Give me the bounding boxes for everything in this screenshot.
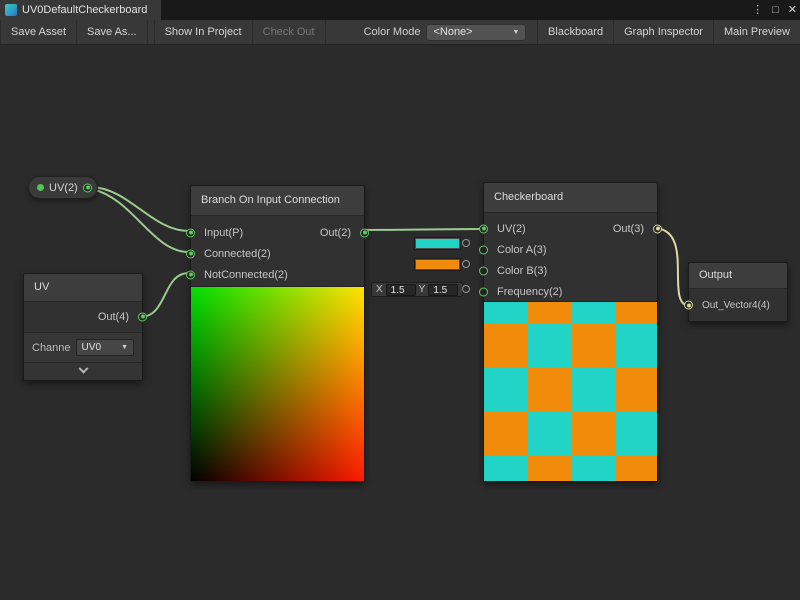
- node-checkerboard[interactable]: Checkerboard Out(3) UV(2) Color A(3) Col…: [483, 182, 658, 482]
- save-asset-button[interactable]: Save Asset: [0, 20, 77, 44]
- property-node-uv2[interactable]: UV(2): [28, 176, 98, 199]
- branch-input-row: Input(P): [191, 222, 364, 243]
- color-b-field[interactable]: [414, 258, 461, 271]
- checkerboard-uv-row: UV(2): [484, 218, 657, 239]
- frequency-x-label: X: [376, 284, 383, 295]
- checkerboard-uv-port[interactable]: [479, 224, 488, 233]
- checkerboard-colorb-label: Color B(3): [497, 265, 547, 277]
- save-as-button[interactable]: Save As...: [77, 20, 148, 44]
- show-in-project-button[interactable]: Show In Project: [154, 20, 253, 44]
- property-pill-label: UV(2): [49, 182, 78, 194]
- branch-notconnected-label: NotConnected(2): [204, 269, 288, 281]
- node-title-checkerboard[interactable]: Checkerboard: [484, 183, 657, 213]
- frequency-y-input[interactable]: 1.5: [428, 284, 458, 296]
- checkerboard-colorb-row: Color B(3): [484, 260, 657, 281]
- close-icon[interactable]: ✕: [788, 0, 797, 20]
- checkerboard-colora-row: Color A(3): [484, 239, 657, 260]
- checkerboard-colora-port[interactable]: [479, 245, 488, 254]
- node-title-branch[interactable]: Branch On Input Connection: [191, 186, 364, 216]
- shader-graph-asset-icon: [5, 4, 17, 16]
- property-output-port[interactable]: [83, 183, 92, 192]
- channel-dropdown[interactable]: UV0 ▼: [76, 339, 134, 356]
- branch-node-preview: [191, 286, 364, 481]
- chevron-down-icon: ▼: [513, 29, 520, 36]
- window-titlebar: UV0DefaultCheckerboard ⋮ □ ✕: [0, 0, 800, 20]
- chevron-down-icon: ▼: [121, 344, 128, 351]
- uv-out-port[interactable]: [138, 312, 147, 321]
- graph-inspector-toggle-button[interactable]: Graph Inspector: [613, 20, 713, 44]
- branch-connected-label: Connected(2): [204, 248, 271, 260]
- branch-input-port[interactable]: [186, 228, 195, 237]
- output-vector4-port[interactable]: [684, 301, 693, 310]
- output-vector4-label: Out_Vector4(4): [702, 300, 770, 311]
- exposed-property-dot: [37, 184, 44, 191]
- frequency-field: X 1.5 Y 1.5: [371, 282, 463, 297]
- window-menu-icon[interactable]: ⋮: [752, 0, 763, 20]
- node-uv[interactable]: UV Out(4) Channe UV0 ▼: [23, 273, 143, 381]
- frequency-x-input[interactable]: 1.5: [386, 284, 416, 296]
- shader-graph-toolbar: Save Asset Save As... Show In Project Ch…: [0, 20, 800, 45]
- checkerboard-frequency-port[interactable]: [479, 287, 488, 296]
- checkerboard-frequency-row: Frequency(2): [484, 281, 657, 302]
- color-a-swatch[interactable]: [416, 239, 459, 248]
- checkerboard-uv-label: UV(2): [497, 223, 526, 235]
- branch-notconnected-port[interactable]: [186, 270, 195, 279]
- chevron-down-icon: [78, 364, 88, 374]
- node-branch-on-input-connection[interactable]: Branch On Input Connection Out(2) Input(…: [190, 185, 365, 482]
- uv-out-row: Out(4): [98, 306, 142, 327]
- color-a-connector-dot[interactable]: [462, 239, 470, 247]
- checkerboard-preview: [484, 301, 657, 481]
- node-title-output[interactable]: Output: [689, 263, 787, 289]
- checkerboard-frequency-label: Frequency(2): [497, 286, 562, 298]
- edge-branch-to-checkerboard[interactable]: [361, 229, 482, 230]
- frequency-connector-dot[interactable]: [462, 285, 470, 293]
- checkerboard-colorb-port[interactable]: [479, 266, 488, 275]
- branch-connected-row: Connected(2): [191, 243, 364, 264]
- tab-uv0defaultcheckerboard[interactable]: UV0DefaultCheckerboard: [0, 0, 161, 20]
- channel-value: UV0: [82, 342, 101, 353]
- color-a-field[interactable]: [414, 237, 461, 250]
- maximize-icon[interactable]: □: [772, 0, 779, 20]
- main-preview-toggle-button[interactable]: Main Preview: [713, 20, 800, 44]
- node-title-uv[interactable]: UV: [24, 274, 142, 302]
- color-mode-value: <None>: [433, 26, 472, 38]
- output-vector4-row: Out_Vector4(4): [689, 289, 787, 321]
- uv-out-label: Out(4): [98, 311, 129, 323]
- color-b-swatch[interactable]: [416, 260, 459, 269]
- color-b-connector-dot[interactable]: [462, 260, 470, 268]
- checkerboard-colora-label: Color A(3): [497, 244, 547, 256]
- color-mode-label: Color Mode: [358, 26, 427, 38]
- node-output[interactable]: Output Out_Vector4(4): [688, 262, 788, 322]
- tab-title: UV0DefaultCheckerboard: [22, 4, 147, 16]
- blackboard-toggle-button[interactable]: Blackboard: [537, 20, 613, 44]
- branch-input-label: Input(P): [204, 227, 243, 239]
- frequency-y-label: Y: [419, 284, 426, 295]
- color-mode-dropdown[interactable]: <None> ▼: [426, 24, 526, 41]
- uv-channel-control: Channe UV0 ▼: [24, 332, 142, 362]
- check-out-button: Check Out: [253, 20, 326, 44]
- collapse-preview-button[interactable]: [24, 362, 142, 380]
- channel-label: Channe: [32, 342, 71, 354]
- branch-connected-port[interactable]: [186, 249, 195, 258]
- branch-notconnected-row: NotConnected(2): [191, 264, 364, 285]
